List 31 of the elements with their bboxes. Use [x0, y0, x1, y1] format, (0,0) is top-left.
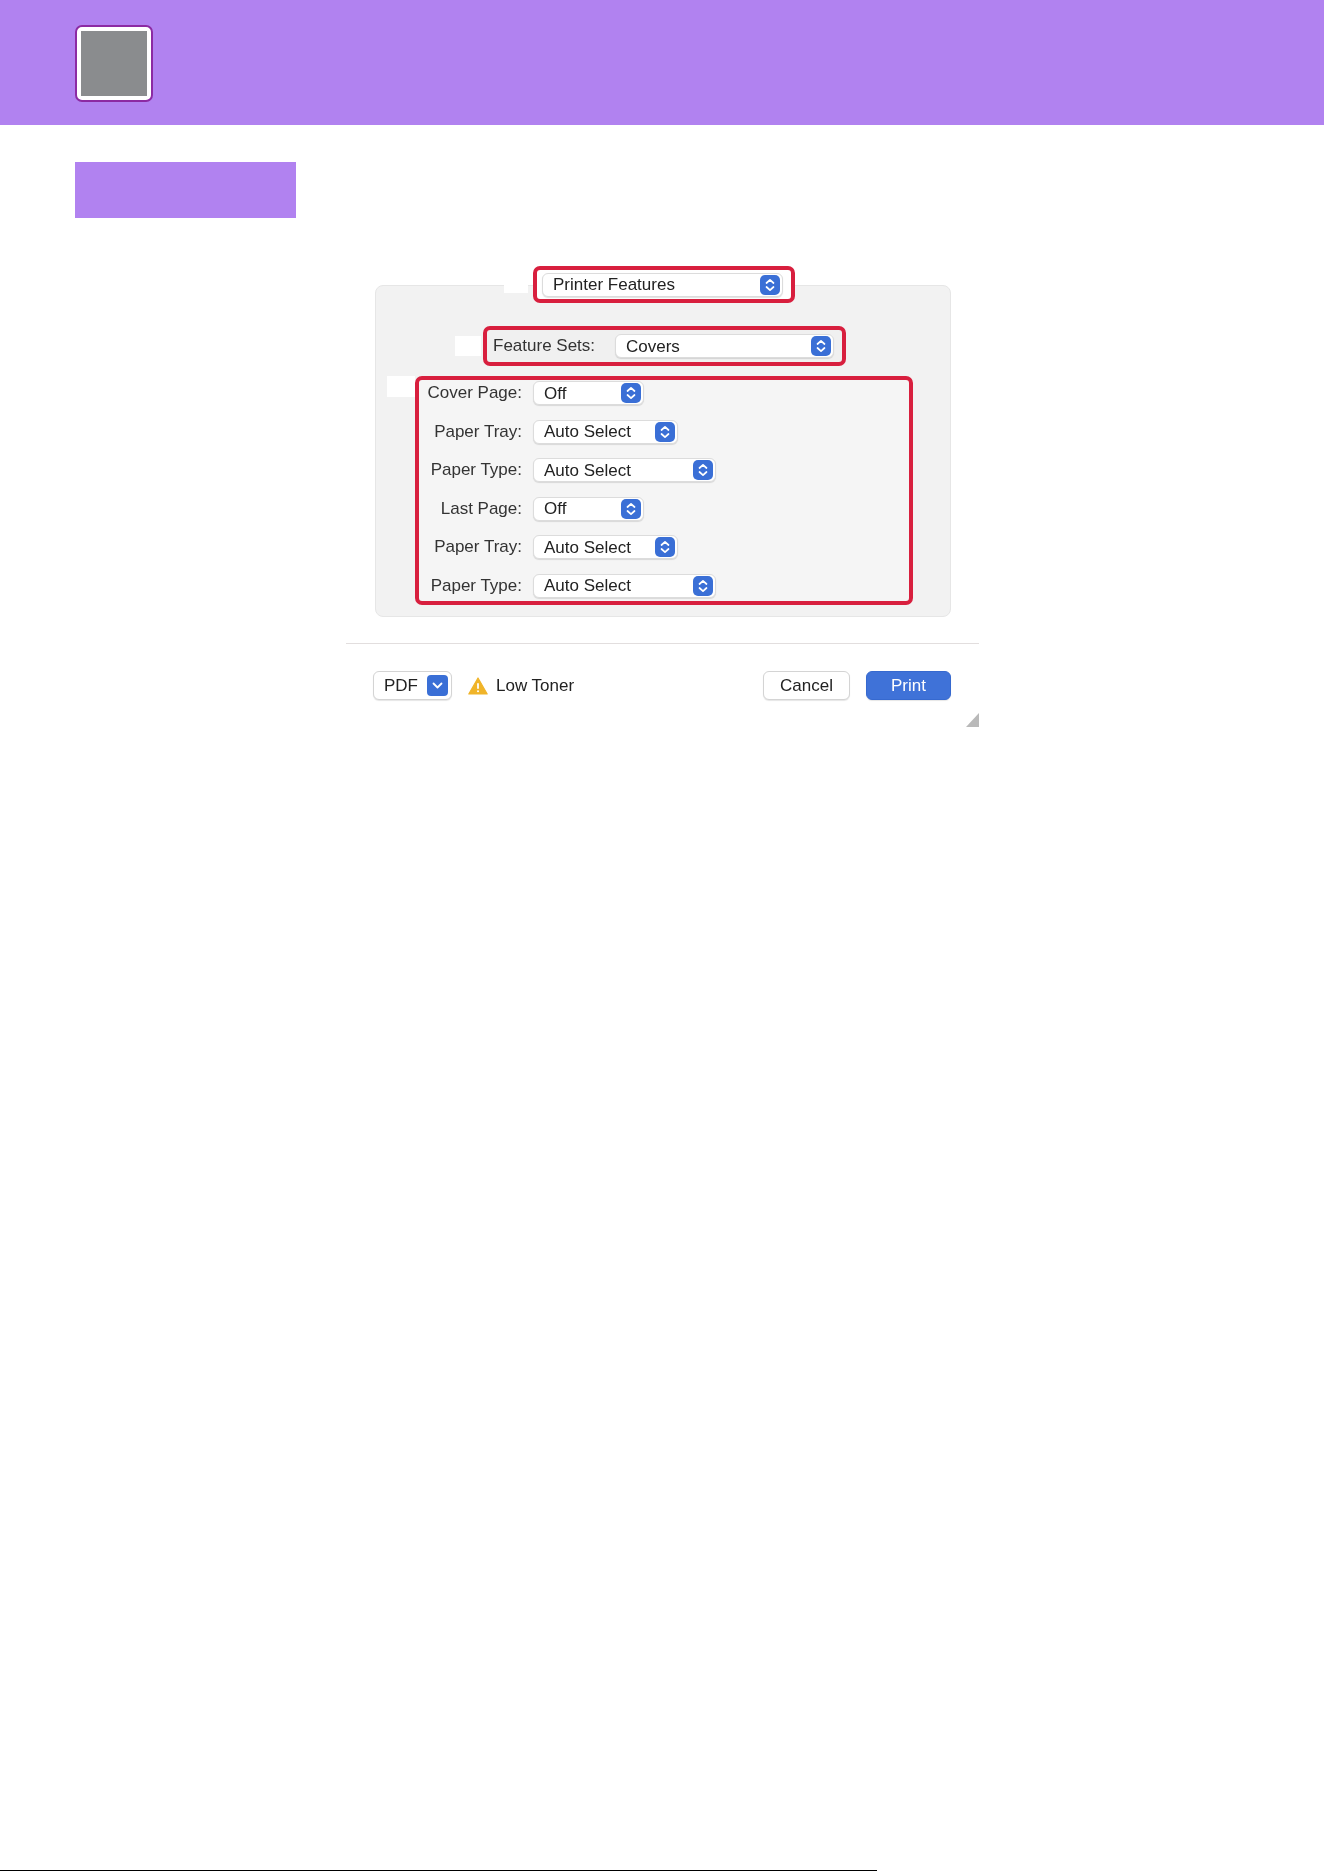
up-down-chevron-icon [811, 336, 831, 356]
popup-button[interactable]: Printer Features [542, 272, 783, 297]
square-icon [75, 25, 153, 102]
popup-button[interactable]: Off [533, 496, 644, 521]
up-down-chevron-icon [693, 460, 713, 480]
warning-icon [468, 676, 488, 695]
up-down-chevron-icon [693, 575, 713, 596]
dialog-button[interactable]: Cancel [763, 671, 850, 700]
popup-button[interactable]: Auto Select [533, 458, 716, 482]
up-down-chevron-icon [760, 274, 780, 295]
chevron-down-icon [427, 675, 448, 696]
field-label: Paper Type: [429, 574, 522, 597]
popup-button[interactable]: Auto Select [533, 419, 678, 444]
pdf-menu-button[interactable]: PDF [373, 671, 452, 700]
popup-button[interactable]: Covers [615, 334, 834, 358]
dialog-button[interactable]: Print [866, 671, 951, 700]
field-label: Feature Sets: [493, 335, 596, 358]
up-down-chevron-icon [621, 383, 641, 403]
field-label: Paper Tray: [433, 536, 522, 559]
popup-button[interactable]: Off [533, 381, 644, 405]
field-label: Paper Type: [429, 459, 522, 482]
field-label: Paper Tray: [433, 420, 522, 443]
popup-button[interactable]: Auto Select [533, 535, 678, 559]
up-down-chevron-icon [621, 498, 641, 519]
status-text: Low Toner [496, 674, 575, 697]
popup-button[interactable]: Auto Select [533, 573, 716, 598]
resize-grip-icon [966, 713, 979, 727]
field-label: Last Page: [439, 497, 522, 520]
field-label: Cover Page: [426, 382, 522, 405]
up-down-chevron-icon [655, 421, 675, 442]
up-down-chevron-icon [655, 537, 675, 557]
